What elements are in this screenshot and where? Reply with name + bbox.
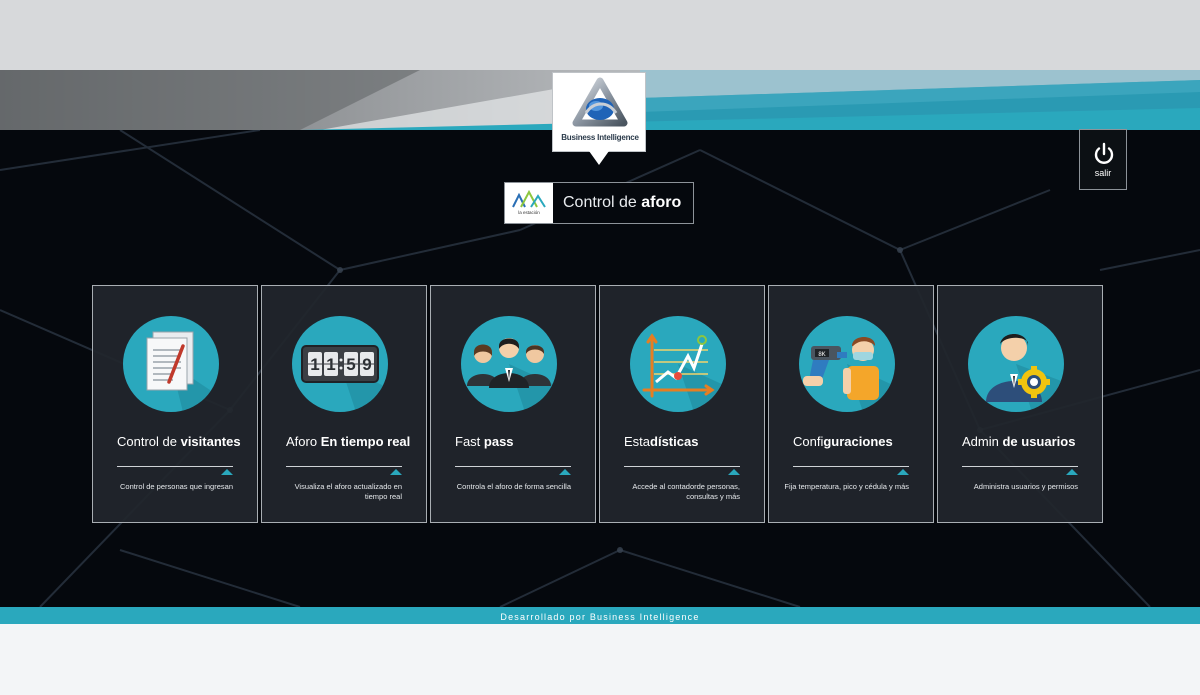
card-divider	[117, 466, 233, 467]
card-description: Fija temperatura, pico y cédula y más	[784, 482, 909, 491]
card-aforo-tiempo-real[interactable]: 1 1 5 9 Aforo En tiempo real Visualiza e…	[261, 285, 427, 523]
bottom-area	[0, 624, 1200, 695]
bi-logo-icon	[572, 77, 628, 127]
card-title-plain: Confi	[793, 434, 824, 449]
card-title: Estadísticas	[624, 434, 764, 449]
clock-counter-icon: 1 1 5 9	[292, 316, 388, 412]
card-description: Controla el aforo de forma sencilla	[456, 482, 571, 491]
la-estacion-logo: la estación	[505, 183, 553, 223]
card-title-bold: visitantes	[180, 434, 241, 449]
gun-screen-label: 8K	[818, 352, 825, 358]
exit-label: salir	[1094, 168, 1112, 178]
card-marker	[728, 469, 740, 475]
card-title: Admin de usuarios	[962, 434, 1102, 449]
card-title-plain: Esta	[624, 434, 651, 449]
card-title: Configuraciones	[793, 434, 933, 449]
card-title-plain: Fast	[455, 434, 484, 449]
app-title-box: la estación Control de aforo	[504, 182, 694, 224]
user-gear-icon	[968, 316, 1064, 412]
documents-icon	[123, 316, 219, 412]
card-description: Administra usuarios y permisos	[973, 482, 1078, 491]
mountains-logo-icon: la estación	[512, 189, 546, 215]
footer-bar: Desarrollado por Business Intelligence	[0, 607, 1200, 624]
chart-icon	[630, 316, 726, 412]
card-title-bold: guraciones	[823, 434, 893, 449]
logo-pointer	[589, 151, 609, 165]
card-marker	[221, 469, 233, 475]
card-title-bold: dísticas	[650, 434, 699, 449]
card-marker	[390, 469, 402, 475]
card-title-bold: En tiempo real	[320, 434, 411, 449]
power-icon	[1094, 142, 1114, 164]
card-title: Fast pass	[455, 434, 595, 449]
card-divider	[793, 466, 909, 467]
logo-text: Business Intelligence	[561, 133, 639, 142]
card-title-bold: pass	[483, 434, 514, 449]
card-divider	[962, 466, 1078, 467]
thermometer-gun-icon: 8K	[799, 316, 895, 412]
brand-mark-text: la estación	[518, 210, 540, 215]
browser-chrome-area	[0, 0, 1200, 70]
card-title-plain: Control de	[117, 434, 181, 449]
people-group-icon	[461, 316, 557, 412]
card-title-plain: Admin	[962, 434, 1003, 449]
card-admin-usuarios[interactable]: Admin de usuarios Administra usuarios y …	[937, 285, 1103, 523]
card-fast-pass[interactable]: Fast pass Controla el aforo de forma sen…	[430, 285, 596, 523]
card-marker	[1066, 469, 1078, 475]
card-configuraciones[interactable]: 8K Configuraciones Fija temperatura, pic…	[768, 285, 934, 523]
card-title-plain: Aforo	[286, 434, 321, 449]
card-title: Control de visitantes	[117, 434, 257, 449]
card-description: Accede al contadorde personas, consultas…	[632, 482, 740, 501]
card-divider	[286, 466, 402, 467]
app-title-bold: aforo	[641, 194, 682, 211]
card-marker	[897, 469, 909, 475]
app-title: Control de aforo	[563, 194, 681, 212]
card-marker	[559, 469, 571, 475]
card-title-bold: de usuarios	[1002, 434, 1076, 449]
exit-button[interactable]: salir	[1079, 129, 1127, 190]
card-description: Visualiza el aforo actualizado en tiempo…	[294, 482, 402, 501]
card-estadisticas[interactable]: Estadísticas Accede al contadorde person…	[599, 285, 765, 523]
card-divider	[455, 466, 571, 467]
app-title-prefix: Control de	[563, 194, 637, 211]
card-description: Control de personas que ingresan	[120, 482, 233, 491]
card-control-visitantes[interactable]: Control de visitantes Control de persona…	[92, 285, 258, 523]
footer-text: Desarrollado por Business Intelligence	[500, 612, 700, 622]
card-title: Aforo En tiempo real	[286, 434, 426, 449]
card-divider	[624, 466, 740, 467]
business-intelligence-logo[interactable]: Business Intelligence	[552, 72, 646, 152]
